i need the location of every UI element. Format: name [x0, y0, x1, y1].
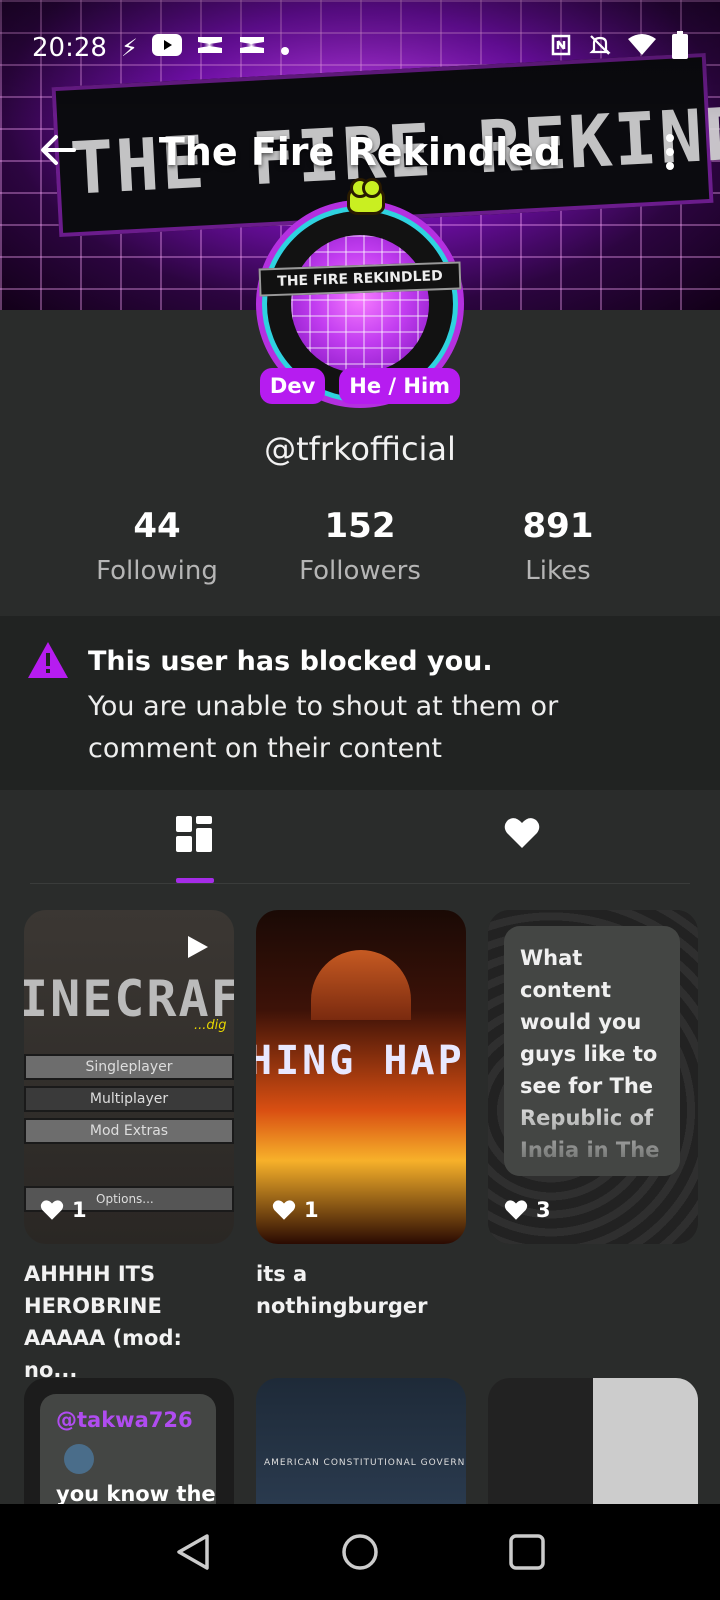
- thumb-text: HING HAPP: [256, 1038, 466, 1084]
- avatar-image: [291, 235, 429, 373]
- stat-followers[interactable]: 152 Followers: [260, 506, 460, 586]
- post-card[interactable]: HING HAPP 1: [256, 910, 466, 1244]
- app-bar: The Fire Rekindled: [0, 120, 720, 184]
- post-caption[interactable]: its a nothingburger: [256, 1258, 476, 1322]
- like-count: 1: [304, 1198, 319, 1222]
- thumb-menu-item: Mod Extras: [24, 1118, 234, 1144]
- nfc-icon: [550, 33, 572, 63]
- warning-icon: [28, 642, 68, 678]
- thumb-text: AMERICAN CONSTITUTIONAL GOVERNMENT: [264, 1458, 466, 1468]
- thumb-menu-item: Singleplayer: [24, 1054, 234, 1080]
- status-bar: 20:28 ⚡: [0, 22, 720, 74]
- thumb-dome: [311, 950, 411, 1020]
- role-badge: Dev: [259, 368, 326, 404]
- stat-value: 44: [133, 506, 181, 546]
- capcut-icon: [238, 34, 266, 62]
- heart-icon: [40, 1200, 64, 1220]
- profile-tabs: [30, 790, 690, 884]
- stat-label: Likes: [525, 556, 591, 586]
- text-post-body: you know the: [56, 1482, 216, 1506]
- stat-label: Following: [96, 556, 218, 586]
- post-likes: 1: [40, 1198, 87, 1222]
- heart-icon: [504, 1200, 528, 1220]
- stat-value: 891: [522, 506, 594, 546]
- page-title: The Fire Rekindled: [158, 130, 562, 174]
- stat-following[interactable]: 44 Following: [57, 506, 257, 586]
- flash-icon: ⚡: [120, 34, 138, 62]
- thumb-menu-item: Multiplayer: [24, 1086, 234, 1112]
- avatar: [64, 1444, 94, 1474]
- profile-badges: Dev He / Him: [0, 368, 720, 404]
- tab-selected-indicator: [176, 878, 214, 883]
- post-mention: @takwa726: [56, 1408, 193, 1432]
- post-card[interactable]: What content would you guys like to see …: [488, 910, 698, 1244]
- wifi-icon: [628, 33, 656, 63]
- nav-recents-button[interactable]: [505, 1530, 549, 1574]
- like-count: 1: [72, 1198, 87, 1222]
- stat-likes[interactable]: 891 Likes: [458, 506, 658, 586]
- circle-home-icon: [342, 1534, 378, 1570]
- avatar-text: THE FIRE REKINDLED: [258, 261, 462, 297]
- heart-icon: [272, 1200, 296, 1220]
- frog-decoration-icon: [347, 178, 385, 215]
- dot-icon: [280, 34, 290, 62]
- blocked-message: You are unable to shout at them or comme…: [88, 691, 559, 764]
- blocked-notice: This user has blocked you. You are unabl…: [0, 616, 720, 790]
- battery-icon: [672, 31, 688, 65]
- system-nav-bar: [0, 1504, 720, 1600]
- youtube-icon: [151, 34, 182, 62]
- profile-screen: THE FIRE REKINDLED 20:28 ⚡ The Fire Reki…: [0, 0, 720, 1600]
- text-post-bubble: What content would you guys like to see …: [504, 926, 680, 1176]
- blocked-title: This user has blocked you.: [88, 646, 493, 677]
- pronoun-badge: He / Him: [339, 368, 461, 404]
- stat-value: 152: [324, 506, 396, 546]
- tab-posts[interactable]: [176, 816, 212, 852]
- triangle-back-icon: [177, 1534, 210, 1570]
- status-notification-icons: ⚡: [121, 34, 290, 62]
- capcut-icon: [196, 34, 224, 62]
- status-system-icons: [550, 31, 688, 65]
- post-likes: 3: [504, 1198, 551, 1222]
- post-likes: 1: [272, 1198, 319, 1222]
- nav-home-button[interactable]: [338, 1530, 382, 1574]
- post-caption[interactable]: AHHHH ITS HEROBRINE AAAAA (mod: no...: [24, 1258, 234, 1386]
- more-vert-icon: [666, 134, 674, 142]
- overflow-menu-button[interactable]: [660, 130, 680, 174]
- profile-handle: @tfrkofficial: [264, 430, 456, 468]
- like-count: 3: [536, 1198, 551, 1222]
- grid-icon: [176, 816, 192, 832]
- post-card[interactable]: INECRAF ...dig Singleplayer Multiplayer …: [24, 910, 234, 1244]
- status-time: 20:28: [32, 33, 107, 63]
- stat-label: Followers: [299, 556, 421, 586]
- tab-likes[interactable]: [504, 816, 540, 850]
- play-icon: [188, 936, 208, 958]
- mute-icon: [588, 33, 612, 63]
- nav-back-button[interactable]: [171, 1530, 215, 1574]
- thumb-splash: ...dig: [194, 1018, 227, 1033]
- square-recents-icon: [508, 1534, 545, 1570]
